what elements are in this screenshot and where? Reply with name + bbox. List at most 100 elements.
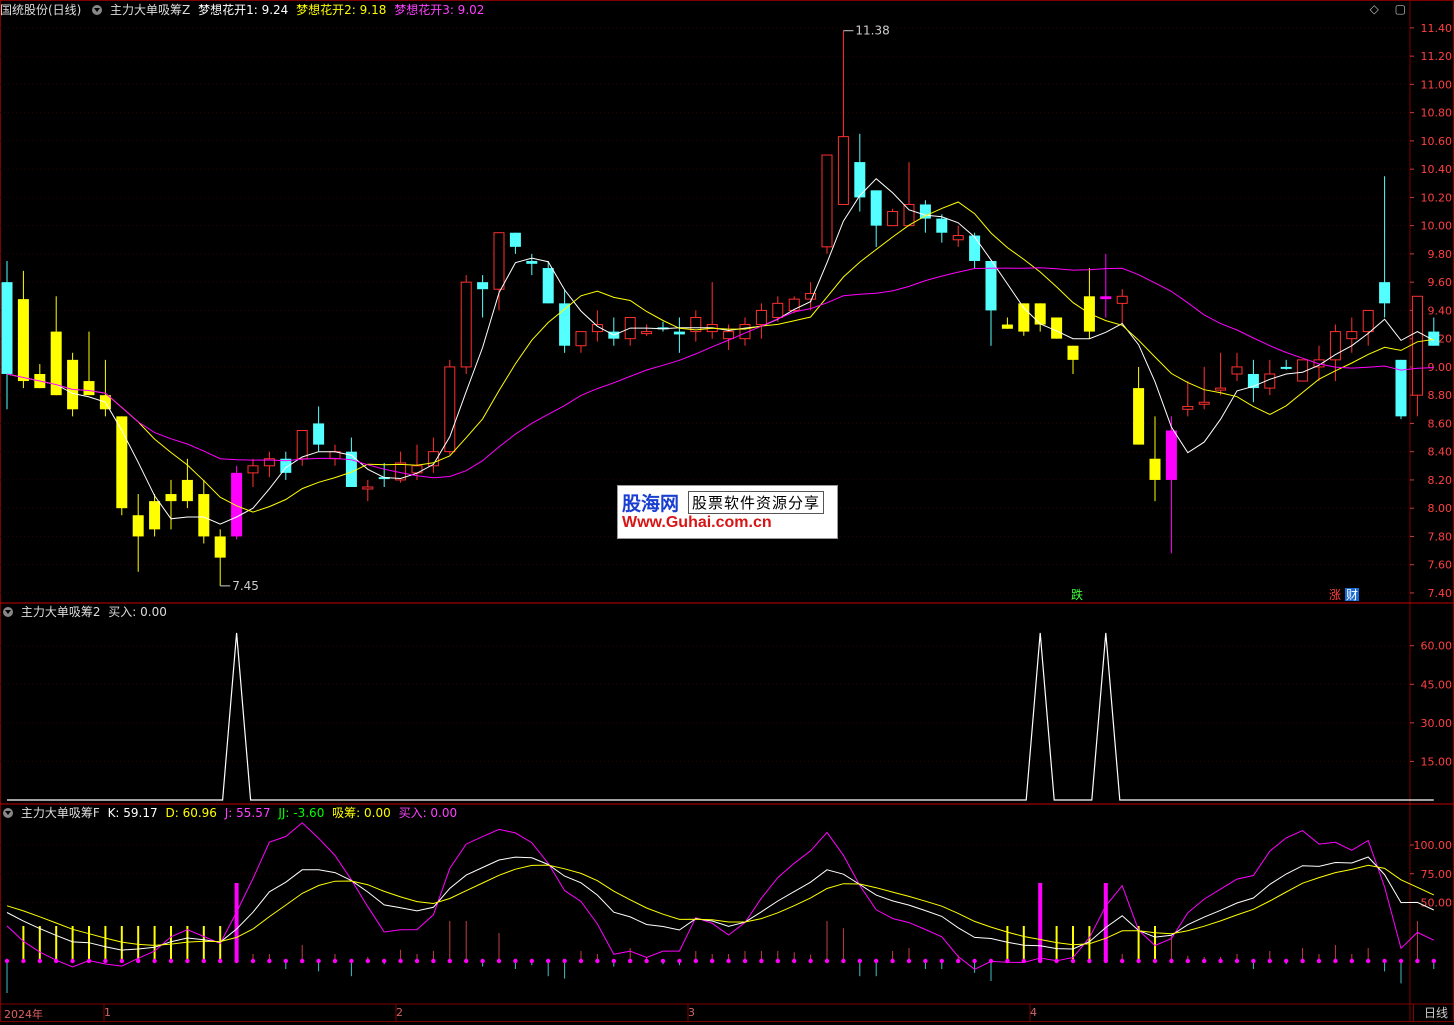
x-label-year: 2024年: [4, 1008, 43, 1021]
zero-dot: [447, 958, 452, 964]
panel3-d: D: 60.96: [165, 806, 217, 820]
zero-dot: [480, 958, 485, 964]
candle-body: [821, 154, 833, 248]
candle-body: [1182, 405, 1194, 410]
collapse-icon[interactable]: ◇: [1370, 2, 1379, 16]
zero-dot: [1169, 958, 1174, 964]
zero-dot: [759, 958, 764, 964]
zero-dot: [21, 958, 26, 964]
candle-body: [1116, 295, 1128, 304]
candle-body: [1379, 282, 1391, 304]
zero-dot: [1382, 958, 1387, 964]
watermark-url: Www.Guhai.com.cn: [622, 514, 772, 531]
x-label-jan: 1: [104, 1006, 111, 1019]
candle-body: [165, 494, 177, 502]
zero-dot: [562, 958, 567, 964]
zero-dot: [710, 958, 715, 964]
price-tick-label: 11.00: [1421, 78, 1453, 91]
panel3-dropdown-icon[interactable]: [3, 808, 13, 818]
candle-body: [969, 235, 981, 261]
candle-body: [477, 282, 489, 290]
candle-body: [1133, 388, 1145, 445]
candle-body: [903, 203, 915, 227]
zero-dot: [693, 958, 698, 964]
period-selector[interactable]: 日线: [1412, 1004, 1448, 1021]
panel2-tick-label: 15.00: [1421, 755, 1453, 768]
zero-dot: [644, 958, 649, 964]
zero-dot: [824, 958, 830, 964]
candle-body: [460, 281, 472, 368]
zero-dot: [168, 958, 174, 964]
zero-dot: [1284, 958, 1289, 964]
candle-body: [231, 472, 243, 537]
zero-dot: [1202, 958, 1207, 964]
zero-dot: [201, 958, 206, 964]
candle-body: [723, 331, 735, 340]
price-tick-label: 8.80: [1428, 389, 1453, 402]
price-tick-label: 7.80: [1428, 530, 1453, 543]
panel2-title[interactable]: 主力大单吸筹2: [21, 605, 101, 619]
candle-body: [1067, 345, 1079, 360]
candle-body: [526, 260, 538, 264]
zero-dot: [283, 958, 288, 964]
stock-title[interactable]: 国统股份(日线): [0, 3, 81, 17]
zero-dot: [874, 958, 879, 964]
ma2-label: 梦想花开2: 9.18: [296, 3, 387, 17]
candle-body: [673, 331, 685, 335]
indicator-dropdown-icon[interactable]: [92, 5, 103, 15]
zero-dot: [365, 958, 370, 964]
zero-dot: [349, 958, 354, 964]
candle-body: [788, 298, 800, 311]
main-panel-header: 国统股份(日线) 主力大单吸筹Z 梦想花开1: 9.24 梦想花开2: 9.18…: [0, 2, 488, 18]
candle-body: [1362, 309, 1374, 333]
zero-dot: [185, 958, 190, 964]
zero-dot: [1349, 958, 1355, 964]
candle-body: [345, 451, 357, 487]
price-tick-label: 8.00: [1428, 502, 1453, 515]
zero-dot: [1431, 958, 1437, 964]
candle-body: [444, 366, 456, 453]
candle-body: [198, 494, 210, 537]
zero-dot: [1136, 958, 1141, 964]
candle-body: [1329, 331, 1341, 361]
zero-dot: [808, 958, 813, 964]
candle-body: [755, 309, 767, 326]
zero-dot: [1366, 958, 1371, 964]
zero-dot: [1070, 958, 1076, 964]
price-tick-label: 9.60: [1428, 276, 1453, 289]
zero-dot: [1218, 958, 1223, 964]
price-tick-label: 10.80: [1421, 107, 1453, 120]
zero-dot: [103, 958, 108, 964]
zero-dot: [1415, 958, 1420, 964]
candle-body: [132, 515, 144, 537]
panel3-header: 主力大单吸筹F K: 59.17 D: 60.96 J: 55.57 JJ: -…: [0, 805, 461, 821]
zero-dot: [250, 958, 256, 964]
zero-dot: [677, 958, 682, 964]
candle-body: [1215, 387, 1227, 391]
zero-dot: [956, 958, 961, 964]
candle-body: [1165, 430, 1177, 480]
zero-dot: [4, 958, 10, 964]
price-tick-label: 8.20: [1428, 474, 1453, 487]
price-tick-label: 11.40: [1421, 22, 1453, 35]
candle-body: [83, 381, 95, 396]
panel3-title[interactable]: 主力大单吸筹F: [21, 806, 100, 820]
zero-dot: [890, 958, 895, 964]
zero-dot: [1267, 958, 1273, 964]
candle-body: [296, 429, 308, 460]
ma2-line: [6, 201, 1434, 513]
zero-dot: [1185, 958, 1191, 964]
candle-body: [181, 479, 193, 502]
zero-dot: [972, 958, 977, 964]
restore-icon[interactable]: ▢: [1395, 2, 1406, 16]
zero-dot: [382, 958, 387, 964]
candle-body: [641, 331, 653, 335]
zero-dot: [267, 958, 272, 964]
panel2-header: 主力大单吸筹2 买入: 0.00: [0, 604, 171, 620]
candle-body: [17, 299, 29, 382]
zero-dot: [398, 958, 403, 964]
zero-dot: [1398, 958, 1404, 964]
indicator-name[interactable]: 主力大单吸筹Z: [110, 3, 190, 17]
candle-body: [1231, 366, 1243, 375]
panel2-dropdown-icon[interactable]: [3, 607, 13, 617]
